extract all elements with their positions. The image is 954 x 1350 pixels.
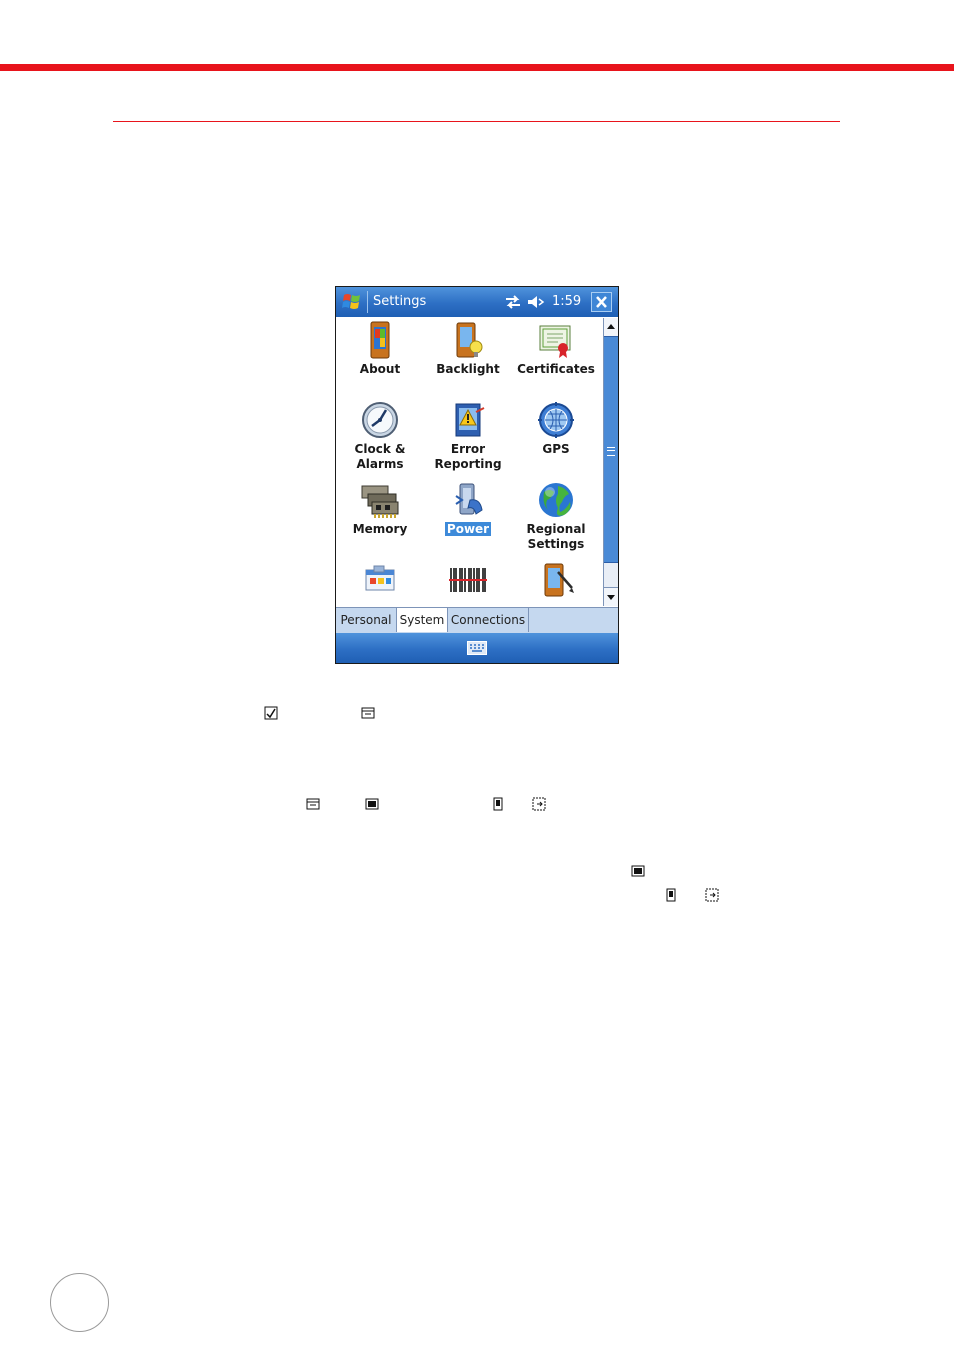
item-label: Memory xyxy=(352,522,408,536)
scroll-down-button[interactable] xyxy=(604,587,618,606)
item-label: Certificates xyxy=(517,362,595,376)
item-label-selected[interactable]: Power xyxy=(424,522,512,537)
status-clock[interactable]: 1:59 xyxy=(552,294,581,309)
settings-item-scanner[interactable] xyxy=(424,560,512,602)
battery-full-icon xyxy=(365,798,379,810)
header-red-bar xyxy=(0,64,954,71)
menu-bar xyxy=(336,633,618,663)
scroll-thumb[interactable] xyxy=(604,336,618,563)
remove-programs-icon xyxy=(365,565,395,591)
about-icon xyxy=(370,321,390,359)
page-number-circle xyxy=(50,1273,109,1332)
settings-item-clock-alarms[interactable]: Clock & Alarms xyxy=(336,400,424,472)
window-title: Settings xyxy=(373,294,427,309)
settings-item-regional-settings[interactable]: Regional Settings xyxy=(512,480,600,552)
screen-icon xyxy=(544,563,574,597)
close-icon[interactable] xyxy=(591,292,612,312)
speaker-icon[interactable] xyxy=(527,294,545,310)
item-label: Backlight xyxy=(436,362,500,376)
vertical-scrollbar[interactable] xyxy=(603,318,618,606)
battery-check-icon xyxy=(264,706,278,720)
settings-item-remove-programs[interactable] xyxy=(336,560,424,602)
settings-grid: About Backlight Certificates Clock & Ala… xyxy=(336,317,602,607)
screen-refresh-icon xyxy=(705,888,719,902)
globe-icon xyxy=(539,483,573,517)
tab-connections[interactable]: Connections xyxy=(448,608,529,632)
barcode-icon xyxy=(449,568,487,592)
item-label: Power xyxy=(444,522,492,536)
settings-item-screen[interactable] xyxy=(512,560,600,602)
device-icon xyxy=(666,888,676,902)
arrow-down-icon xyxy=(607,595,615,600)
device-screenshot: Settings 1:59 About Backlight Certificat… xyxy=(335,286,619,664)
screen-refresh-icon xyxy=(532,797,546,811)
power-icon xyxy=(455,483,483,515)
device-icon xyxy=(493,797,503,811)
scroll-up-button[interactable] xyxy=(604,318,618,337)
backlight-icon xyxy=(456,322,483,358)
sync-arrows-icon[interactable] xyxy=(504,294,522,310)
settings-item-backlight[interactable]: Backlight xyxy=(424,320,512,377)
clock-icon xyxy=(362,402,398,438)
item-label-line2: Alarms xyxy=(356,457,404,471)
arrow-up-icon xyxy=(607,324,615,329)
tab-personal[interactable]: Personal xyxy=(336,608,397,632)
item-label: GPS xyxy=(542,442,570,456)
grip-icon xyxy=(607,447,615,456)
battery-low-icon xyxy=(306,798,320,810)
title-separator xyxy=(367,291,368,313)
item-label-line2: Settings xyxy=(527,537,585,551)
settings-item-certificates[interactable]: Certificates xyxy=(512,320,600,377)
settings-item-memory[interactable]: Memory xyxy=(336,480,424,537)
item-label-line2: Reporting xyxy=(434,457,502,471)
header-rule xyxy=(113,121,840,122)
tab-system[interactable]: System xyxy=(397,608,448,632)
settings-item-error-reporting[interactable]: Error Reporting xyxy=(424,400,512,472)
keyboard-icon[interactable] xyxy=(467,641,487,655)
certificates-icon xyxy=(539,325,571,358)
battery-low-icon xyxy=(361,707,375,719)
item-label: Regional xyxy=(526,522,586,536)
error-reporting-icon xyxy=(455,403,485,437)
memory-icon xyxy=(361,485,399,518)
tab-bar: Personal System Connections xyxy=(336,607,618,633)
item-label: Clock & xyxy=(354,442,406,456)
item-label: Error xyxy=(450,442,486,456)
item-label: About xyxy=(359,362,401,376)
settings-item-about[interactable]: About xyxy=(336,320,424,377)
gps-icon xyxy=(538,402,574,438)
battery-full-icon xyxy=(631,865,645,877)
windows-flag-icon[interactable] xyxy=(341,292,363,312)
settings-item-gps[interactable]: GPS xyxy=(512,400,600,457)
title-bar: Settings 1:59 xyxy=(336,287,618,317)
settings-item-power[interactable]: Power xyxy=(424,480,512,537)
